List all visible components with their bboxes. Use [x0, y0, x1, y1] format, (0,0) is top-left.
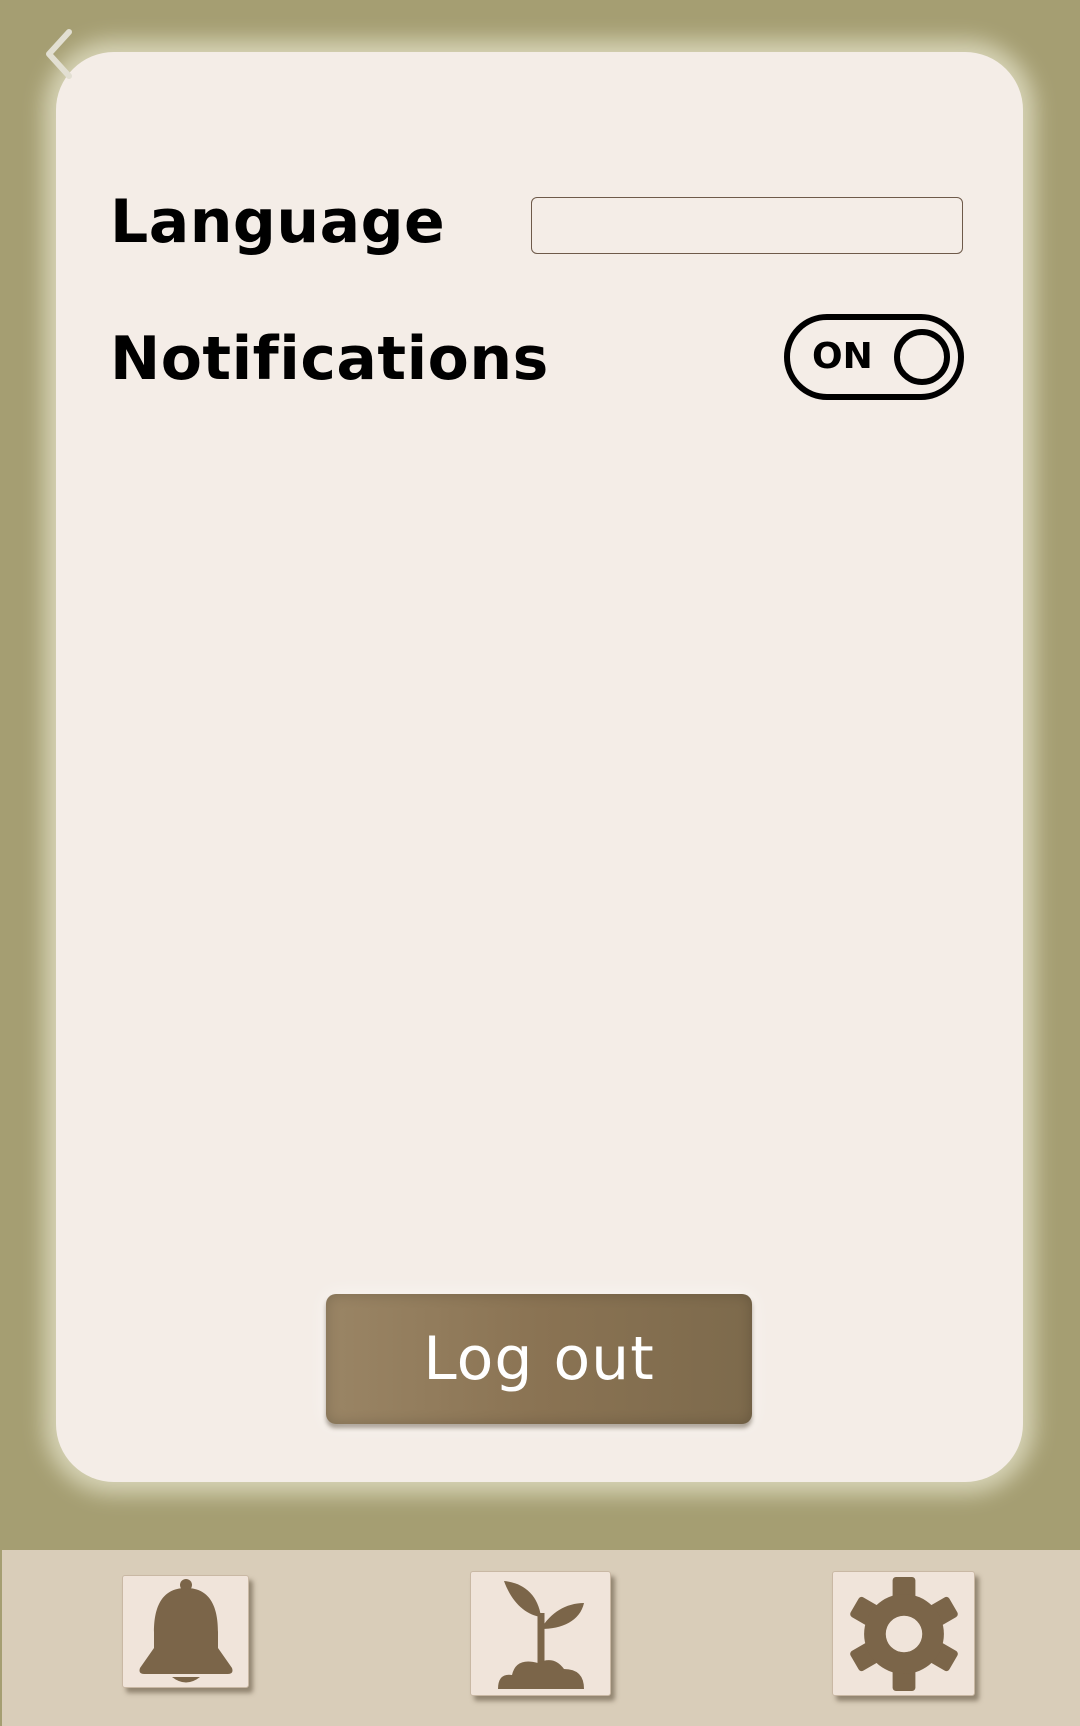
nav-notifications-button[interactable]: [122, 1575, 249, 1688]
logout-button[interactable]: Log out: [326, 1294, 752, 1424]
toggle-state-text: ON: [812, 336, 873, 377]
chevron-left-icon: [46, 29, 72, 79]
nav-settings-button[interactable]: [832, 1571, 975, 1696]
back-button[interactable]: [34, 24, 84, 84]
notifications-toggle[interactable]: ON: [784, 314, 964, 400]
notifications-label: Notifications: [110, 324, 549, 394]
gear-icon: [849, 1576, 958, 1691]
settings-card: Language Notifications ON Log out: [56, 52, 1023, 1482]
bell-icon: [139, 1578, 232, 1682]
language-label: Language: [110, 187, 446, 257]
nav-plants-button[interactable]: [470, 1571, 611, 1696]
toggle-knob: [894, 329, 950, 385]
sprout-icon: [497, 1580, 584, 1689]
bottom-nav: [2, 1550, 1080, 1726]
language-input[interactable]: [531, 197, 963, 254]
